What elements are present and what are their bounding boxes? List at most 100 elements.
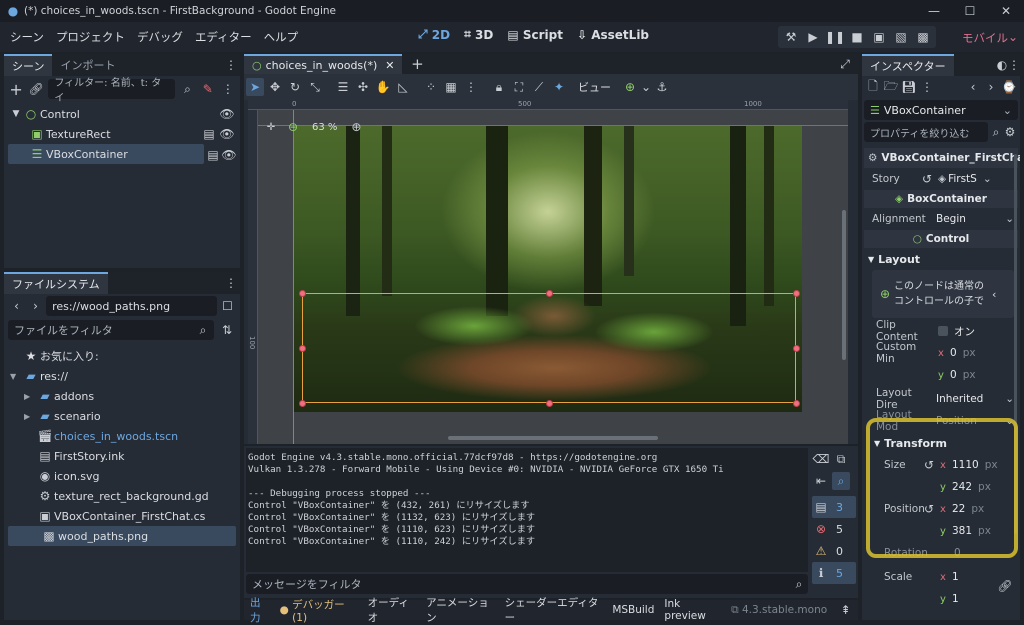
split-view-icon[interactable]: ☐ xyxy=(219,297,236,315)
tab-inspector[interactable]: インスペクター xyxy=(862,54,954,76)
ruler-mode-icon[interactable]: ◺ xyxy=(394,78,412,96)
filter-warnings-button[interactable]: ⚠ 0 xyxy=(812,540,856,562)
clear-log-icon[interactable]: ⌫ xyxy=(812,450,830,468)
tab-ink-preview[interactable]: Ink preview xyxy=(664,598,721,622)
workspace-script-button[interactable]: ▤ Script xyxy=(507,28,563,42)
dock-menu-icon[interactable]: ⋮ xyxy=(222,274,240,292)
zoom-in-icon[interactable]: ⊕ xyxy=(347,118,365,136)
smart-snap-icon[interactable]: ⁘ xyxy=(422,78,440,96)
group-icon[interactable]: ⛶ xyxy=(510,78,528,96)
move-mode-icon[interactable]: ✥ xyxy=(266,78,284,96)
skeleton-icon[interactable]: ✦ xyxy=(550,78,568,96)
vertical-scrollbar[interactable] xyxy=(842,210,846,360)
message-filter-input[interactable]: メッセージをフィルタ xyxy=(246,574,808,594)
anchor-icon[interactable]: ⚓︎ xyxy=(653,78,671,96)
remote-debug-icon[interactable]: ⚒ xyxy=(782,28,800,46)
scene-filter-input[interactable]: フィルター: 名前、t: タイ xyxy=(48,78,176,104)
rotate-mode-icon[interactable]: ↻ xyxy=(286,78,304,96)
selection-handle[interactable] xyxy=(793,290,800,297)
chevron-down-icon[interactable]: ⌄ xyxy=(1004,28,1022,46)
dock-menu-icon[interactable]: ⋮ xyxy=(1008,56,1020,74)
selection-handle[interactable] xyxy=(299,400,306,407)
open-resource-icon[interactable]: 🗁︎ xyxy=(882,78,900,96)
tab-debugger[interactable]: ● デバッガー (1) xyxy=(280,597,358,624)
expand-arrow-icon[interactable]: ▼ xyxy=(10,105,22,123)
fs-filter-input[interactable]: ファイルをフィルタ xyxy=(8,320,214,340)
movie-maker-icon[interactable]: ▩ xyxy=(914,28,932,46)
menu-debug[interactable]: デバッグ xyxy=(131,29,189,45)
scale-mode-icon[interactable]: ⤡ xyxy=(306,78,324,96)
minimize-icon[interactable]: — xyxy=(916,2,952,20)
expand-panel-icon[interactable]: ⇞ xyxy=(837,601,854,619)
property-filter-input[interactable]: プロパティを絞り込む xyxy=(864,122,988,142)
selection-rect[interactable] xyxy=(302,293,796,403)
fs-path-input[interactable]: res://wood_paths.png xyxy=(46,296,217,316)
renderer-selector[interactable]: モバイル xyxy=(962,30,1008,46)
chevron-left-icon[interactable]: ‹ xyxy=(992,288,996,301)
scale-y[interactable]: 1 xyxy=(952,593,959,605)
visibility-eye-icon[interactable]: 👁︎ xyxy=(220,146,238,164)
chevron-down-icon[interactable]: ⌄ xyxy=(1005,213,1014,225)
tab-animation[interactable]: アニメーション xyxy=(426,595,494,625)
history-icon[interactable]: ◐ xyxy=(996,56,1008,74)
fs-item[interactable]: ▶ ▰ addons xyxy=(4,386,240,406)
fs-item[interactable]: ▣ VBoxContainer_FirstChat.cs xyxy=(4,506,240,526)
search-icon[interactable]: ⌕ xyxy=(832,472,850,490)
new-resource-icon[interactable]: 🗋︎ xyxy=(864,78,882,96)
script-icon[interactable]: ▤ xyxy=(200,125,218,143)
tab-import[interactable]: インポート xyxy=(52,54,123,76)
tab-choices-in-woods[interactable]: ○ choices_in_woods(*) ✕ xyxy=(244,54,403,74)
bones-icon[interactable]: ⟋ xyxy=(530,78,548,96)
stop-icon[interactable]: ■ xyxy=(848,28,866,46)
workspace-3d-button[interactable]: ⌗ 3D xyxy=(464,27,493,42)
chevron-down-icon[interactable]: ⌄ xyxy=(641,78,651,96)
node-type-selector[interactable]: ☰ VBoxContainer ⌄ xyxy=(864,100,1018,120)
collapse-icon[interactable]: ⇤ xyxy=(812,472,830,490)
selectable-list-icon[interactable]: ☰ xyxy=(334,78,352,96)
more-icon[interactable]: ⋮ xyxy=(918,78,936,96)
fs-item[interactable]: ▼ ▰ res:// xyxy=(4,366,240,386)
filter-errors-button[interactable]: ⊗ 5 xyxy=(812,518,856,540)
fs-item[interactable]: ▩ wood_paths.png xyxy=(8,526,236,546)
lock-icon[interactable]: 🔒︎ xyxy=(490,78,508,96)
fs-item[interactable]: ◉ icon.svg xyxy=(4,466,240,486)
vertical-ruler[interactable] xyxy=(248,110,258,444)
tree-node-texturerect[interactable]: ▣ TextureRect ▤ 👁︎ xyxy=(4,124,240,144)
forward-arrow-icon[interactable]: › xyxy=(982,78,1000,96)
tab-msbuild[interactable]: MSBuild xyxy=(612,604,654,616)
horizontal-scrollbar[interactable] xyxy=(448,436,658,440)
anchor-presets-icon[interactable]: ⊕ xyxy=(621,78,639,96)
center-view-icon[interactable]: ✛ xyxy=(262,118,280,136)
selection-handle[interactable] xyxy=(299,345,306,352)
pan-mode-icon[interactable]: ✋ xyxy=(374,78,392,96)
fs-item[interactable]: ★ お気に入り: xyxy=(4,346,240,366)
selection-handle[interactable] xyxy=(546,290,553,297)
filter-log-button[interactable]: ▤ 3 xyxy=(812,496,856,518)
back-arrow-icon[interactable]: ‹ xyxy=(8,297,25,315)
pause-icon[interactable]: ❚❚ xyxy=(825,28,845,46)
selection-handle[interactable] xyxy=(793,400,800,407)
tab-audio[interactable]: オーディオ xyxy=(368,595,417,625)
play-scene-icon[interactable]: ▣ xyxy=(870,28,888,46)
link-icon[interactable]: 🔗︎ xyxy=(996,577,1014,595)
fs-item[interactable]: ▤ FirstStory.ink xyxy=(4,446,240,466)
sort-icon[interactable]: ⇅ xyxy=(218,321,236,339)
save-resource-icon[interactable]: 💾︎ xyxy=(900,78,918,96)
tree-node-control[interactable]: ▼ ○ Control 👁︎ xyxy=(4,104,240,124)
copy-icon[interactable]: ⧉ xyxy=(731,604,742,617)
expand-arrow-icon[interactable]: ▶ xyxy=(24,412,36,421)
layout-section[interactable]: ▼ Layout xyxy=(864,250,1018,268)
story-value[interactable]: FirstS xyxy=(948,173,977,185)
tree-node-vboxcontainer[interactable]: ☰ VBoxContainer xyxy=(8,144,204,164)
clip-checkbox[interactable] xyxy=(938,326,948,336)
visibility-eye-icon[interactable]: 👁︎ xyxy=(218,125,236,143)
pivot-icon[interactable]: ✣ xyxy=(354,78,372,96)
expand-arrow-icon[interactable]: ▶ xyxy=(24,392,36,401)
settings-icon[interactable]: ⚙ xyxy=(1004,123,1016,141)
zoom-out-icon[interactable]: ⊖ xyxy=(284,118,302,136)
reset-icon[interactable]: ↺ xyxy=(920,170,934,188)
distraction-free-icon[interactable]: ⤢ xyxy=(836,55,854,73)
add-tab-icon[interactable]: + xyxy=(408,55,426,73)
play-icon[interactable]: ▶ xyxy=(804,28,822,46)
output-log[interactable]: Godot Engine v4.3.stable.mono.official.7… xyxy=(246,448,808,572)
